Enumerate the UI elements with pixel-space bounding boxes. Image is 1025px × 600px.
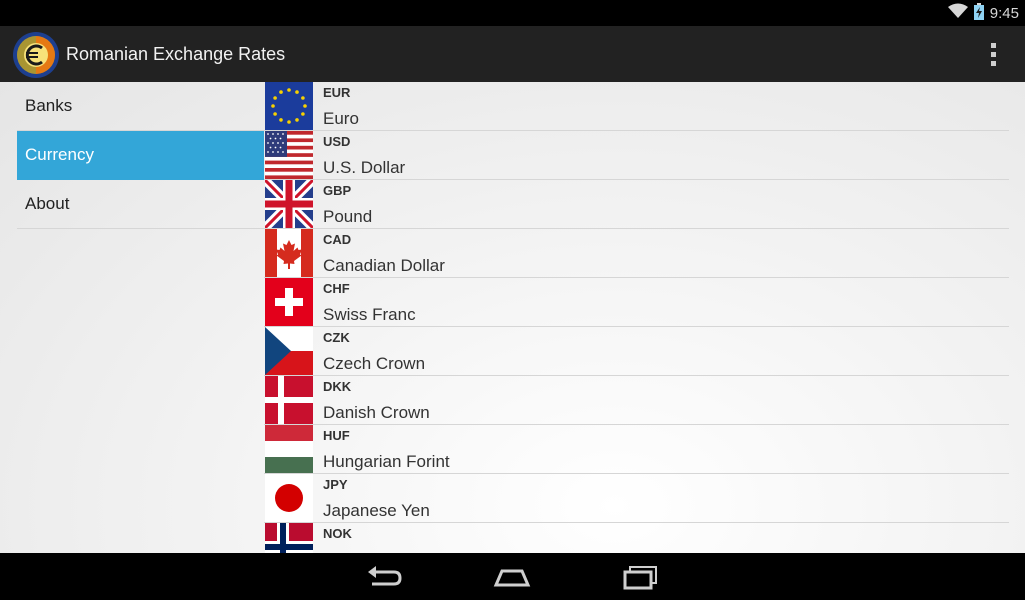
list-item[interactable]: CZK Czech Crown <box>264 327 1009 376</box>
denmark-flag-icon <box>265 376 313 424</box>
list-item[interactable]: JPY Japanese Yen <box>264 474 1009 523</box>
canada-flag-icon <box>265 229 313 277</box>
sidebar: Banks Currency About <box>17 82 264 229</box>
status-bar: 9:45 <box>0 0 1025 26</box>
currency-code: CZK <box>323 330 350 345</box>
czech-flag-icon <box>265 327 313 375</box>
recent-apps-icon[interactable] <box>620 563 660 591</box>
currency-name: Japanese Yen <box>323 501 430 520</box>
status-indicators: 9:45 <box>947 2 1019 24</box>
wifi-icon <box>947 3 968 23</box>
eu-flag-icon <box>265 82 313 130</box>
sidebar-item-banks[interactable]: Banks <box>17 82 264 131</box>
main-content: Banks Currency About EUR Euro USD U.S. D… <box>0 82 1025 553</box>
sidebar-item-label: About <box>25 194 70 213</box>
battery-icon <box>973 2 984 24</box>
sidebar-item-label: Currency <box>25 145 94 164</box>
clock: 9:45 <box>989 4 1019 22</box>
uk-flag-icon <box>265 180 313 228</box>
currency-code: GBP <box>323 183 352 198</box>
currency-code: CAD <box>323 232 352 247</box>
back-icon[interactable] <box>364 563 404 591</box>
list-item[interactable]: GBP Pound <box>264 180 1009 229</box>
currency-name: Canadian Dollar <box>323 256 445 275</box>
currency-name: Swiss Franc <box>323 305 416 324</box>
list-item[interactable]: CAD Canadian Dollar <box>264 229 1009 278</box>
app-title: Romanian Exchange Rates <box>66 44 286 64</box>
overflow-menu-icon[interactable] <box>981 40 1005 68</box>
currency-code: USD <box>323 134 351 149</box>
app-logo-icon[interactable] <box>12 31 60 79</box>
action-bar: Romanian Exchange Rates <box>0 26 1025 82</box>
sidebar-item-label: Banks <box>25 96 73 115</box>
hungary-flag-icon <box>265 425 313 473</box>
currency-name: Czech Crown <box>323 354 426 373</box>
currency-list[interactable]: EUR Euro USD U.S. Dollar GBP Pound CAD C… <box>264 82 1009 553</box>
list-item[interactable]: EUR Euro <box>264 82 1009 131</box>
currency-name: Danish Crown <box>323 403 430 422</box>
us-flag-icon <box>265 131 313 179</box>
list-item[interactable]: CHF Swiss Franc <box>264 278 1009 327</box>
list-item[interactable]: HUF Hungarian Forint <box>264 425 1009 474</box>
currency-name: Hungarian Forint <box>323 452 450 471</box>
navigation-bar <box>0 553 1025 600</box>
currency-code: CHF <box>323 281 350 296</box>
currency-code: EUR <box>323 85 351 100</box>
currency-name: U.S. Dollar <box>323 158 406 177</box>
currency-code: JPY <box>323 477 348 492</box>
list-item[interactable]: USD U.S. Dollar <box>264 131 1009 180</box>
currency-name: Euro <box>323 109 359 128</box>
norway-flag-icon <box>265 523 313 553</box>
sidebar-item-about[interactable]: About <box>17 180 264 229</box>
currency-code: HUF <box>323 428 350 443</box>
list-item[interactable]: NOK <box>264 523 1009 553</box>
home-icon[interactable] <box>492 563 532 591</box>
currency-code: DKK <box>323 379 352 394</box>
switzerland-flag-icon <box>265 278 313 326</box>
list-item[interactable]: DKK Danish Crown <box>264 376 1009 425</box>
sidebar-item-currency[interactable]: Currency <box>17 131 264 180</box>
currency-name: Pound <box>323 207 373 226</box>
currency-code: NOK <box>323 526 352 541</box>
japan-flag-icon <box>265 474 313 522</box>
